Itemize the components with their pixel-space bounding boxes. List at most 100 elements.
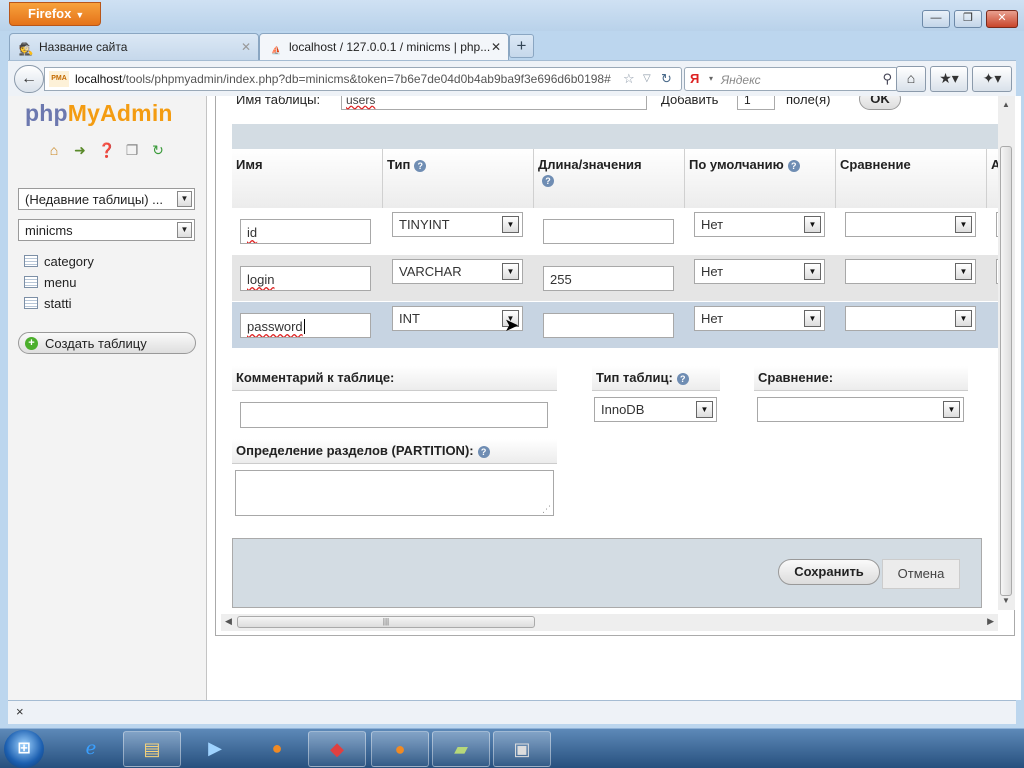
field-name-input[interactable]: id [240, 219, 371, 244]
reload-icon[interactable]: ↻ [661, 71, 672, 87]
field-collation-select[interactable]: ▼ [845, 259, 976, 284]
scroll-thumb[interactable]: ||| [237, 616, 535, 628]
addon-button[interactable]: ✦▾ [972, 66, 1012, 92]
search-box[interactable]: Я ▾ Яндекс ⚲ [684, 67, 898, 91]
close-tab-icon[interactable]: ✕ [241, 40, 251, 54]
minimize-button[interactable]: — [922, 10, 950, 28]
url-bar[interactable]: PMA localhost/tools/phpmyadmin/index.php… [44, 67, 682, 91]
column-divider [684, 149, 685, 208]
field-length-input[interactable] [543, 313, 674, 338]
create-table-button[interactable]: + Создать таблицу [18, 332, 196, 354]
taskbar-internet-explorer[interactable]: ℯ [62, 731, 120, 767]
field-length-input[interactable] [543, 219, 674, 244]
field-name-input[interactable]: login [240, 266, 371, 291]
back-button[interactable]: ← [14, 65, 44, 93]
plus-icon: + [25, 337, 38, 350]
yandex-icon[interactable]: Я [690, 71, 699, 86]
table-name-label: Имя таблицы: [236, 96, 321, 107]
tab-title: Название сайта [39, 40, 128, 54]
resize-grip-icon[interactable]: ⋰ [542, 504, 551, 515]
scroll-thumb[interactable] [1000, 146, 1012, 596]
close-icon[interactable]: × [16, 704, 24, 719]
pma-sidebar: phpMyAdmin ⌂ ➜ ❓ ❐ ↻ (Недавние таблицы) ... … [8, 96, 207, 700]
scroll-up-icon[interactable]: ▲ [1002, 100, 1010, 109]
page-content: phpMyAdmin ⌂ ➜ ❓ ❐ ↻ (Недавние таблицы) ... … [8, 96, 1021, 700]
start-button[interactable]: ⊞ [4, 730, 44, 768]
taskbar-app[interactable]: ◆ [308, 731, 366, 767]
table-item-menu[interactable]: menu [24, 275, 94, 296]
taskbar-file-explorer[interactable]: ▤ [123, 731, 181, 767]
url-text[interactable]: localhost/tools/phpmyadmin/index.php?db=… [75, 72, 615, 86]
taskbar-app[interactable]: ▣ [493, 731, 551, 767]
home-icon: ⌂ [906, 70, 916, 86]
help-icon[interactable]: ? [676, 373, 689, 385]
help-icon[interactable]: ? [414, 160, 427, 172]
table-comment-input[interactable] [240, 402, 548, 428]
storage-engine-label-text: Тип таблиц: [596, 370, 673, 385]
field-type-select[interactable]: VARCHAR ▼ [392, 259, 523, 284]
taskbar-firefox-window[interactable]: ● [371, 731, 429, 767]
vertical-scrollbar[interactable]: ▲ ▼ [998, 96, 1015, 610]
field-name-input[interactable]: password [240, 313, 371, 338]
database-select[interactable]: minicms ▼ [18, 219, 195, 241]
storage-engine-select[interactable]: InnoDB ▼ [594, 397, 717, 422]
refresh-icon[interactable]: ↻ [150, 142, 166, 158]
docs-icon[interactable]: ❐ [124, 142, 140, 158]
storage-engine-label: Тип таблиц:? [592, 366, 720, 391]
close-window-button[interactable]: ✕ [986, 10, 1018, 28]
field-type-select[interactable]: TINYINT ▼ [392, 212, 523, 237]
help-icon[interactable]: ? [787, 160, 800, 172]
table-item-statti[interactable]: statti [24, 296, 94, 317]
taskbar-app[interactable]: ▰ [432, 731, 490, 767]
search-icon[interactable]: ⚲ [882, 71, 892, 87]
cancel-button[interactable]: Отмена [882, 559, 960, 589]
table-name-input[interactable]: users [341, 96, 647, 110]
field-name-value: password [247, 319, 303, 334]
field-type-value: INT [399, 311, 420, 326]
home-button[interactable]: ⌂ [896, 66, 926, 92]
logout-icon[interactable]: ➜ [72, 142, 88, 158]
field-default-select[interactable]: Нет ▼ [694, 259, 825, 284]
bookmark-star-icon[interactable]: ☆ [623, 71, 635, 87]
field-default-select[interactable]: Нет ▼ [694, 306, 825, 331]
pma-icon: ⛵ [271, 46, 281, 55]
scroll-down-icon[interactable]: ▼ [1002, 596, 1010, 605]
help-icon[interactable]: ❓ [98, 142, 115, 158]
column-header-default-label: По умолчанию [689, 157, 784, 172]
taskbar-media-player[interactable]: ▶ [186, 731, 244, 767]
table-collation-select[interactable]: ▼ [757, 397, 964, 422]
bookmarks-button[interactable]: ★▾ [930, 66, 968, 92]
horizontal-scrollbar[interactable]: ◀ ||| ▶ [221, 614, 998, 631]
add-fields-input[interactable]: 1 [737, 96, 775, 110]
field-default-select[interactable]: Нет ▼ [694, 212, 825, 237]
help-icon[interactable]: ? [542, 175, 554, 187]
close-tab-icon[interactable]: ✕ [491, 40, 501, 54]
field-length-input[interactable]: 255 [543, 266, 674, 291]
windows-taskbar: ⊞ ℯ ▤ ▶ ● ◆ ● ▰ ▣ [0, 728, 1024, 768]
tab-phpmyadmin[interactable]: ⛵ localhost / 127.0.0.1 / minicms | php..… [259, 33, 509, 60]
save-button[interactable]: Сохранить [778, 559, 880, 585]
partition-textarea[interactable]: ⋰ [235, 470, 554, 516]
engine-dropdown-icon[interactable]: ▾ [709, 74, 713, 83]
new-tab-button[interactable]: + [509, 34, 534, 58]
recent-tables-select[interactable]: (Недавние таблицы) ... ▼ [18, 188, 195, 210]
taskbar-firefox[interactable]: ● [248, 731, 306, 767]
logo-php: php [25, 100, 68, 126]
scroll-left-icon[interactable]: ◀ [225, 616, 232, 627]
phpmyadmin-logo[interactable]: phpMyAdmin [25, 100, 173, 127]
tab-site-name[interactable]: 🕵 Название сайта ✕ [9, 33, 259, 60]
scroll-right-icon[interactable]: ▶ [987, 616, 994, 627]
tab-title: localhost / 127.0.0.1 / minicms | php... [289, 40, 491, 54]
table-item-category[interactable]: category [24, 254, 94, 275]
ok-button[interactable]: OK [859, 96, 901, 110]
help-icon[interactable]: ? [477, 446, 490, 458]
field-collation-select[interactable]: ▼ [845, 212, 976, 237]
home-icon[interactable]: ⌂ [46, 142, 62, 158]
maximize-button[interactable]: ❐ [954, 10, 982, 28]
field-collation-select[interactable]: ▼ [845, 306, 976, 331]
firefox-menu-button[interactable]: Firefox ▼ [9, 2, 101, 26]
addon-icon: ✦▾ [982, 70, 1002, 86]
column-header-type-label: Тип [387, 157, 411, 172]
chevron-down-icon: ▼ [75, 10, 85, 20]
history-dropdown-icon[interactable]: ▽ [643, 73, 651, 84]
